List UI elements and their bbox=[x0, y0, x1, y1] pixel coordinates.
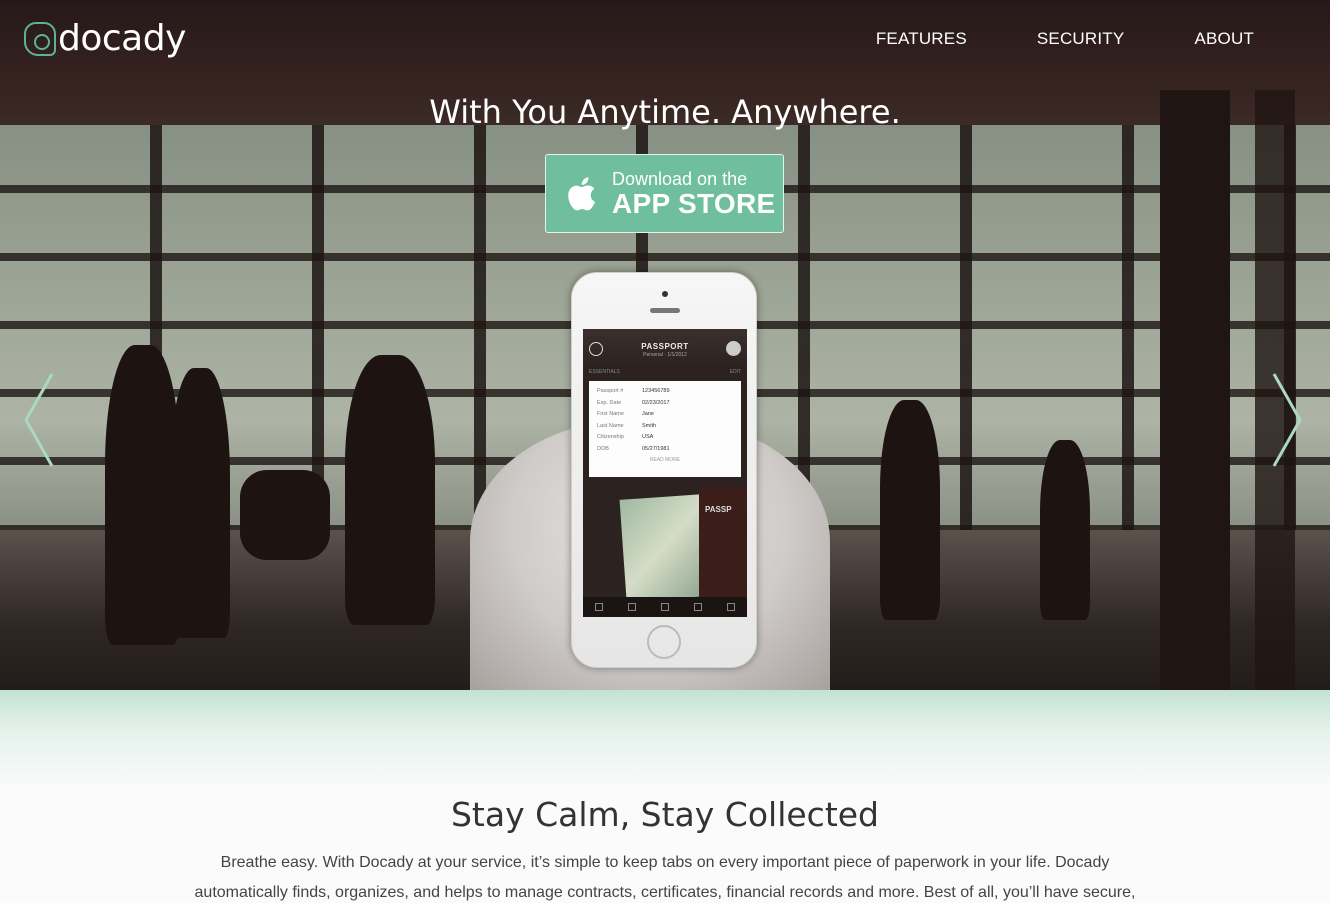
nav-security[interactable]: SECURITY bbox=[1037, 29, 1125, 49]
section-title: Stay Calm, Stay Collected bbox=[450, 795, 880, 834]
hero-headline: With You Anytime. Anywhere. bbox=[429, 93, 901, 131]
cta-line1: Download on the bbox=[612, 168, 748, 189]
passport-photo-page bbox=[619, 494, 707, 602]
luggage-silhouette bbox=[240, 470, 330, 560]
detail-label: Citizenship bbox=[597, 434, 624, 440]
nav-features[interactable]: FEATURES bbox=[876, 29, 967, 49]
detail-value: 02/23/2017 bbox=[642, 399, 670, 406]
logo-wordmark: docady bbox=[58, 18, 186, 59]
docady-logo-icon bbox=[24, 21, 56, 56]
avatar-icon bbox=[726, 341, 741, 356]
hero-section: PASSPORT Personal · 1/1/2012 ESSENTIALS … bbox=[0, 0, 1330, 690]
traveler-silhouette bbox=[105, 345, 180, 645]
tabbar-icon bbox=[726, 603, 735, 611]
detail-label: Passport # bbox=[597, 388, 624, 394]
detail-value: USA bbox=[642, 434, 654, 440]
tab-essentials: ESSENTIALS bbox=[589, 369, 620, 375]
detail-row: Exp. Date 02/23/2017 bbox=[597, 398, 733, 410]
tabbar-icon bbox=[693, 603, 702, 611]
phone-camera bbox=[662, 291, 668, 297]
screen-topbar: PASSPORT Personal · 1/1/2012 bbox=[583, 329, 747, 369]
cta-text: Download on the APP STORE bbox=[612, 170, 776, 218]
detail-label: DOB bbox=[597, 445, 609, 452]
phone-speaker bbox=[650, 308, 680, 313]
tab-edit: EDIT bbox=[729, 369, 741, 375]
detail-value: 123456789 bbox=[642, 388, 670, 394]
screen-tabbar bbox=[583, 597, 747, 617]
detail-value: Jane bbox=[642, 411, 654, 417]
docady-logo[interactable]: docady bbox=[24, 18, 186, 59]
detail-label: Last Name bbox=[597, 422, 624, 429]
traveler-silhouette bbox=[1040, 440, 1090, 620]
phone-screen: PASSPORT Personal · 1/1/2012 ESSENTIALS … bbox=[583, 329, 747, 617]
chevron-left-icon[interactable] bbox=[22, 372, 56, 468]
traveler-silhouette bbox=[170, 368, 230, 638]
cta-line2: APP STORE bbox=[612, 187, 776, 219]
section-body: Breathe easy. With Docady at your servic… bbox=[194, 854, 1136, 901]
read-more-link: READ MORE bbox=[649, 457, 681, 463]
phone-home-button bbox=[647, 625, 681, 659]
traveler-silhouette bbox=[345, 355, 435, 625]
detail-row: Citizenship USA bbox=[597, 432, 733, 444]
detail-row: Last Name Smith bbox=[597, 421, 733, 433]
phone-mockup: PASSPORT Personal · 1/1/2012 ESSENTIALS … bbox=[571, 272, 757, 668]
apple-icon bbox=[566, 174, 600, 214]
screen-subtitle: Personal · 1/1/2012 bbox=[643, 352, 687, 358]
screen-tabs: ESSENTIALS EDIT bbox=[583, 369, 747, 379]
tabbar-icon bbox=[660, 603, 669, 611]
chevron-right-icon[interactable] bbox=[1270, 372, 1304, 468]
detail-label: First Name bbox=[597, 411, 624, 417]
passport-book: PASSP bbox=[699, 487, 747, 597]
screen-title: PASSPORT bbox=[641, 342, 689, 351]
detail-row: DOB 05/27/1981 bbox=[597, 444, 733, 456]
nav-about[interactable]: ABOUT bbox=[1194, 29, 1254, 49]
detail-label: Exp. Date bbox=[597, 399, 622, 406]
passport-details-card: Passport #123456789 Exp. Date 02/23/2017 … bbox=[589, 381, 741, 477]
app-store-download-button[interactable]: Download on the APP STORE bbox=[545, 154, 784, 233]
hero-reflection bbox=[0, 690, 1330, 790]
detail-row: First Name Jane bbox=[597, 409, 733, 421]
traveler-silhouette bbox=[880, 400, 940, 620]
tabbar-icon bbox=[595, 603, 604, 611]
main-nav: FEATURES SECURITY ABOUT bbox=[876, 29, 1254, 49]
background-pillar bbox=[1160, 90, 1230, 690]
tabbar-icon bbox=[628, 603, 637, 611]
detail-value: Smith bbox=[642, 422, 657, 429]
detail-row: Passport # 123456789 bbox=[597, 386, 733, 398]
detail-value: 05/27/1981 bbox=[642, 445, 670, 452]
